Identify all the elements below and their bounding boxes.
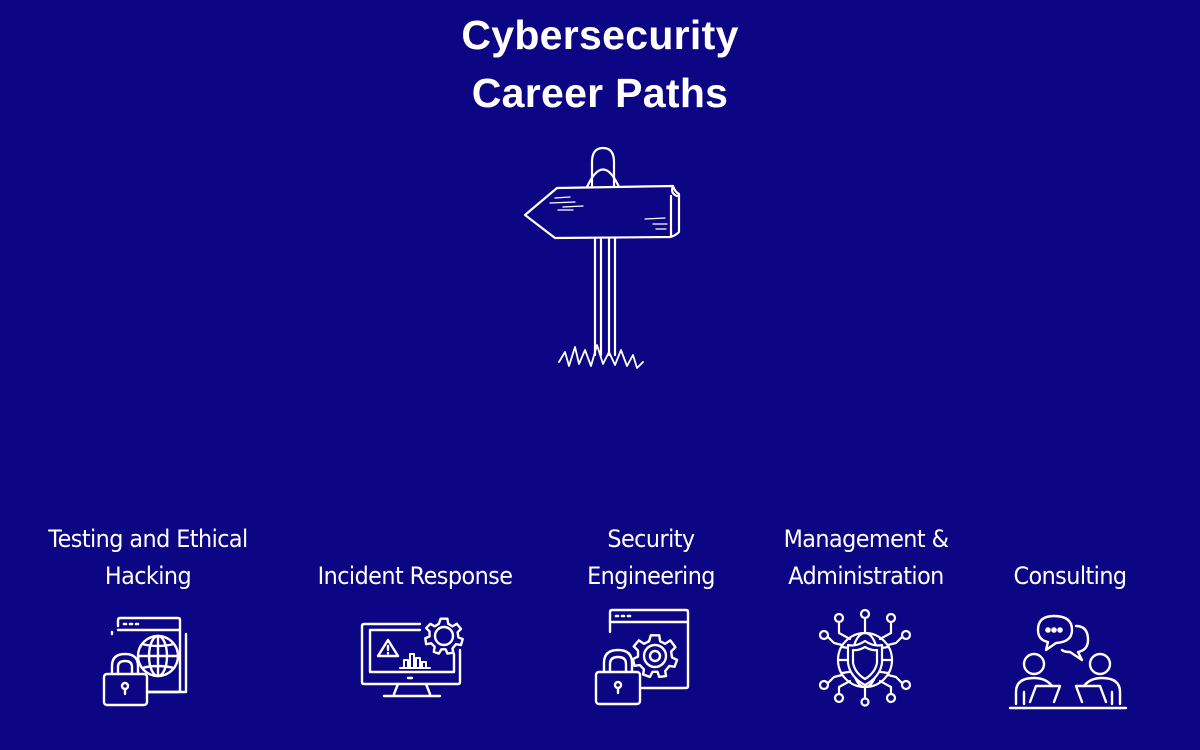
title-line-1: Cybersecurity <box>461 12 739 58</box>
path-label-incident: Incident Response <box>317 562 513 590</box>
signpost-icon <box>515 140 690 380</box>
page-title: Cybersecurity Career Paths <box>0 6 1200 122</box>
title-line-2: Career Paths <box>471 70 729 116</box>
path-label-consulting: Consulting <box>1013 562 1127 590</box>
path-label-testing: Testing and Ethical Hacking <box>48 525 248 590</box>
consulting-people-chat-icon <box>1006 612 1131 714</box>
network-shield-globe-icon <box>812 605 918 707</box>
lock-browser-gear-icon <box>592 606 692 708</box>
path-label-engineering: Security Engineering <box>587 525 715 590</box>
path-label-management: Management & Administration <box>783 525 949 590</box>
monitor-alert-gear-icon <box>358 610 473 702</box>
lock-browser-globe-icon <box>100 614 195 709</box>
